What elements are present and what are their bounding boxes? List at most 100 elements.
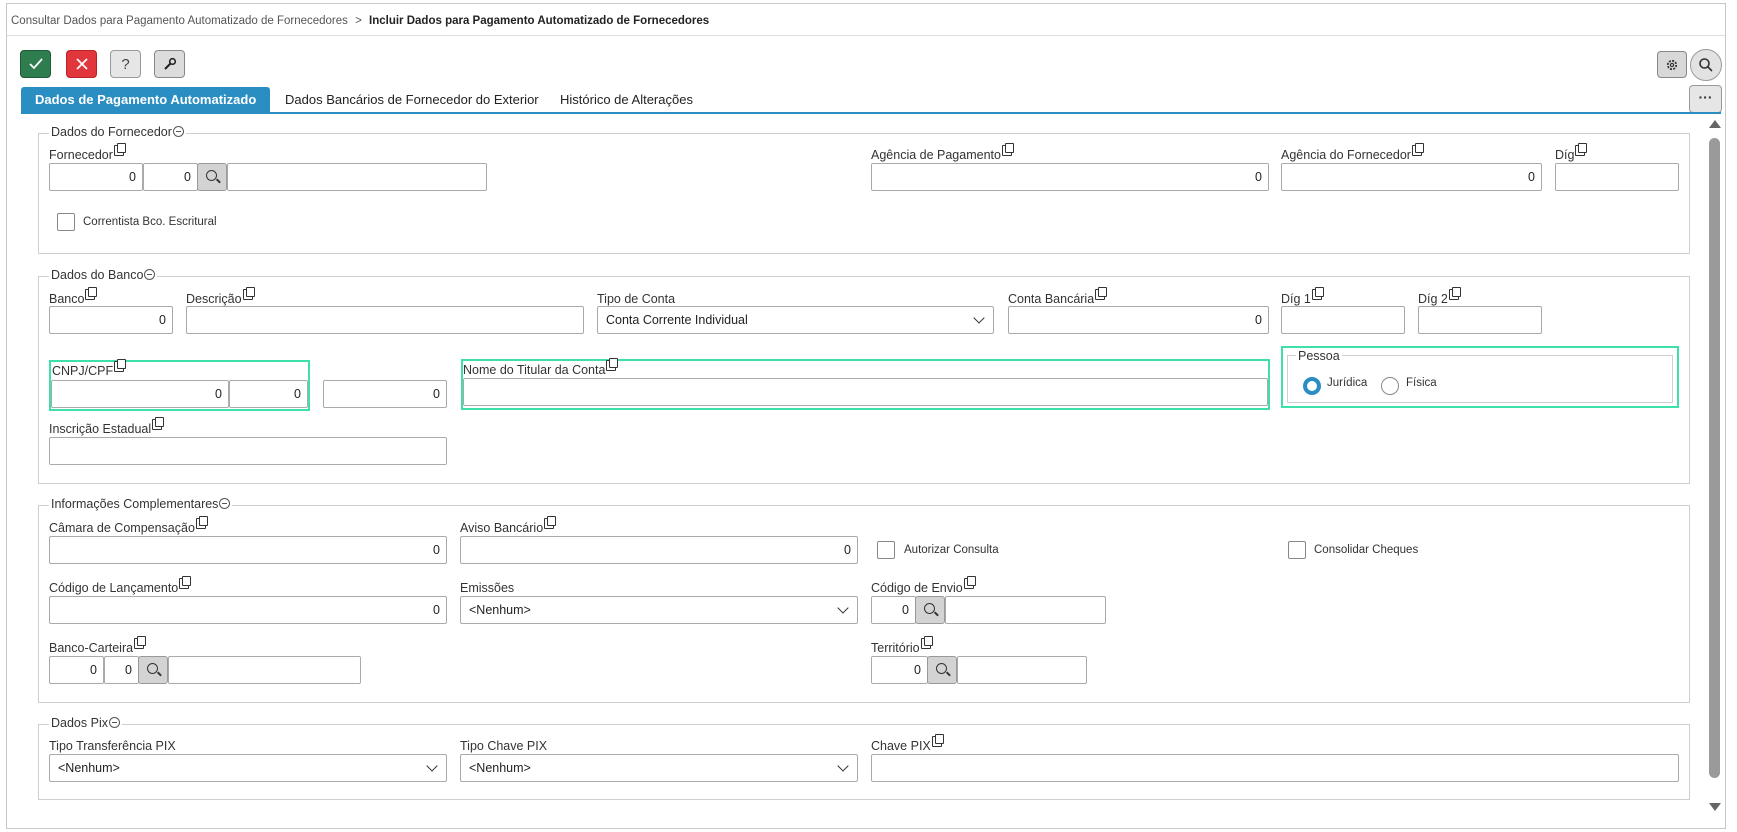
scroll-down-arrow[interactable] xyxy=(1709,803,1721,811)
breadcrumb-current: Incluir Dados para Pagamento Automatizad… xyxy=(369,15,710,27)
global-search-button[interactable] xyxy=(1690,49,1722,81)
search-icon xyxy=(147,663,158,674)
codigo-envio-description-input[interactable] xyxy=(945,596,1106,624)
banco-carteira-input[interactable]: 0 xyxy=(49,656,104,684)
tipo-conta-select[interactable]: Conta Corrente Individual xyxy=(597,306,994,334)
descricao-input[interactable] xyxy=(186,306,584,334)
tipo-conta-value: Conta Corrente Individual xyxy=(606,313,748,327)
check-icon xyxy=(28,58,43,70)
copy-icon[interactable] xyxy=(1411,143,1424,156)
cnpj-root-input[interactable]: 0 xyxy=(51,380,229,408)
camara-compensacao-input[interactable]: 0 xyxy=(49,536,447,564)
copy-icon[interactable] xyxy=(1448,287,1461,300)
copy-icon[interactable] xyxy=(1095,287,1108,300)
copy-icon[interactable] xyxy=(242,287,255,300)
search-icon xyxy=(936,663,947,674)
emissoes-label: Emissões xyxy=(460,581,515,595)
titular-input[interactable] xyxy=(463,378,1268,406)
territorio-input[interactable]: 0 xyxy=(871,656,928,684)
collapse-icon[interactable] xyxy=(172,126,184,137)
dig2-input[interactable] xyxy=(1418,306,1542,334)
emissoes-select[interactable]: <Nenhum> xyxy=(460,596,858,624)
banco-carteira-search-button[interactable] xyxy=(138,656,168,684)
aviso-bancario-label: Aviso Bancário xyxy=(460,516,557,535)
copy-icon[interactable] xyxy=(1311,287,1324,300)
fornecedor-description-input[interactable] xyxy=(227,163,487,191)
copy-icon[interactable] xyxy=(544,516,557,529)
breadcrumb: Consultar Dados para Pagamento Automatiz… xyxy=(11,15,709,27)
copy-icon[interactable] xyxy=(1575,143,1588,156)
fornecedor-label: Fornecedor xyxy=(49,143,126,162)
tab-dados-bancarios-exterior[interactable]: Dados Bancários de Fornecedor do Exterio… xyxy=(285,87,539,112)
copy-icon[interactable] xyxy=(179,576,192,589)
autorizar-consulta-checkbox[interactable] xyxy=(877,541,895,559)
more-icon: ··· xyxy=(1698,89,1713,105)
tab-dados-pagamento[interactable]: Dados de Pagamento Automatizado xyxy=(21,87,271,112)
help-button[interactable]: ? xyxy=(110,50,141,78)
copy-icon[interactable] xyxy=(114,359,127,372)
territorio-search-button[interactable] xyxy=(927,656,957,684)
copy-icon[interactable] xyxy=(920,636,933,649)
collapse-icon[interactable] xyxy=(144,269,156,280)
scrollbar-thumb[interactable] xyxy=(1709,138,1720,778)
pessoa-label: Pessoa xyxy=(1296,349,1342,363)
dig1-label: Díg 1 xyxy=(1281,287,1324,306)
tab-historico-alteracoes[interactable]: Histórico de Alterações xyxy=(560,87,693,112)
copy-icon[interactable] xyxy=(1001,143,1014,156)
section-title: Informações Complementares xyxy=(49,497,233,511)
cnpj-check-input[interactable]: 0 xyxy=(323,380,447,408)
copy-icon[interactable] xyxy=(152,417,165,430)
tipo-transferencia-pix-value: <Nenhum> xyxy=(58,761,120,775)
scroll-up-arrow[interactable] xyxy=(1709,120,1721,128)
agencia-pagamento-input[interactable]: 0 xyxy=(871,163,1269,191)
autorizar-consulta-label: Autorizar Consulta xyxy=(904,544,999,556)
breadcrumb-parent[interactable]: Consultar Dados para Pagamento Automatiz… xyxy=(11,15,348,27)
gear-icon xyxy=(1666,59,1678,70)
settings-button[interactable] xyxy=(1657,51,1687,78)
copy-icon[interactable] xyxy=(963,576,976,589)
copy-icon[interactable] xyxy=(195,516,208,529)
agencia-fornecedor-input[interactable]: 0 xyxy=(1281,163,1542,191)
copy-icon[interactable] xyxy=(113,143,126,156)
section-title: Dados Pix xyxy=(49,716,122,730)
tab-underline xyxy=(21,112,1721,114)
codigo-envio-input[interactable]: 0 xyxy=(871,596,916,624)
chave-pix-input[interactable] xyxy=(871,754,1679,782)
copy-icon[interactable] xyxy=(85,287,98,300)
conta-bancaria-input[interactable]: 0 xyxy=(1008,306,1269,334)
tipo-transferencia-pix-select[interactable]: <Nenhum> xyxy=(49,754,447,782)
more-options-button[interactable]: ··· xyxy=(1689,85,1722,113)
fornecedor-sub-input[interactable]: 0 xyxy=(143,163,198,191)
cnpj-branch-input[interactable]: 0 xyxy=(229,380,308,408)
collapse-icon[interactable] xyxy=(219,498,231,509)
inscricao-estadual-input[interactable] xyxy=(49,437,447,465)
cancel-button[interactable] xyxy=(66,50,97,78)
consolidar-cheques-label: Consolidar Cheques xyxy=(1314,544,1419,556)
copy-icon[interactable] xyxy=(134,636,147,649)
correntista-checkbox[interactable] xyxy=(57,213,75,231)
dig1-input[interactable] xyxy=(1281,306,1405,334)
codigo-envio-label: Código de Envio xyxy=(871,576,976,595)
codigo-envio-search-button[interactable] xyxy=(915,596,945,624)
conta-bancaria-label: Conta Bancária xyxy=(1008,287,1108,306)
carteira-input[interactable]: 0 xyxy=(104,656,139,684)
consolidar-cheques-checkbox[interactable] xyxy=(1288,541,1306,559)
territorio-description-input[interactable] xyxy=(957,656,1087,684)
tipo-chave-pix-select[interactable]: <Nenhum> xyxy=(460,754,858,782)
radio-juridica[interactable] xyxy=(1303,377,1321,395)
codigo-lancamento-input[interactable]: 0 xyxy=(49,596,447,624)
tools-button[interactable] xyxy=(154,50,185,78)
radio-fisica-label: Física xyxy=(1406,377,1437,389)
collapse-icon[interactable] xyxy=(108,717,120,728)
copy-icon[interactable] xyxy=(931,734,944,747)
confirm-button[interactable] xyxy=(20,50,51,78)
banco-carteira-description-input[interactable] xyxy=(168,656,361,684)
copy-icon[interactable] xyxy=(606,358,619,371)
radio-fisica[interactable] xyxy=(1381,377,1399,395)
fornecedor-search-button[interactable] xyxy=(197,163,227,191)
aviso-bancario-input[interactable]: 0 xyxy=(460,536,858,564)
banco-input[interactable]: 0 xyxy=(49,306,173,334)
dig-input[interactable] xyxy=(1555,163,1679,191)
fornecedor-code-input[interactable]: 0 xyxy=(49,163,143,191)
chevron-down-icon xyxy=(426,760,438,772)
